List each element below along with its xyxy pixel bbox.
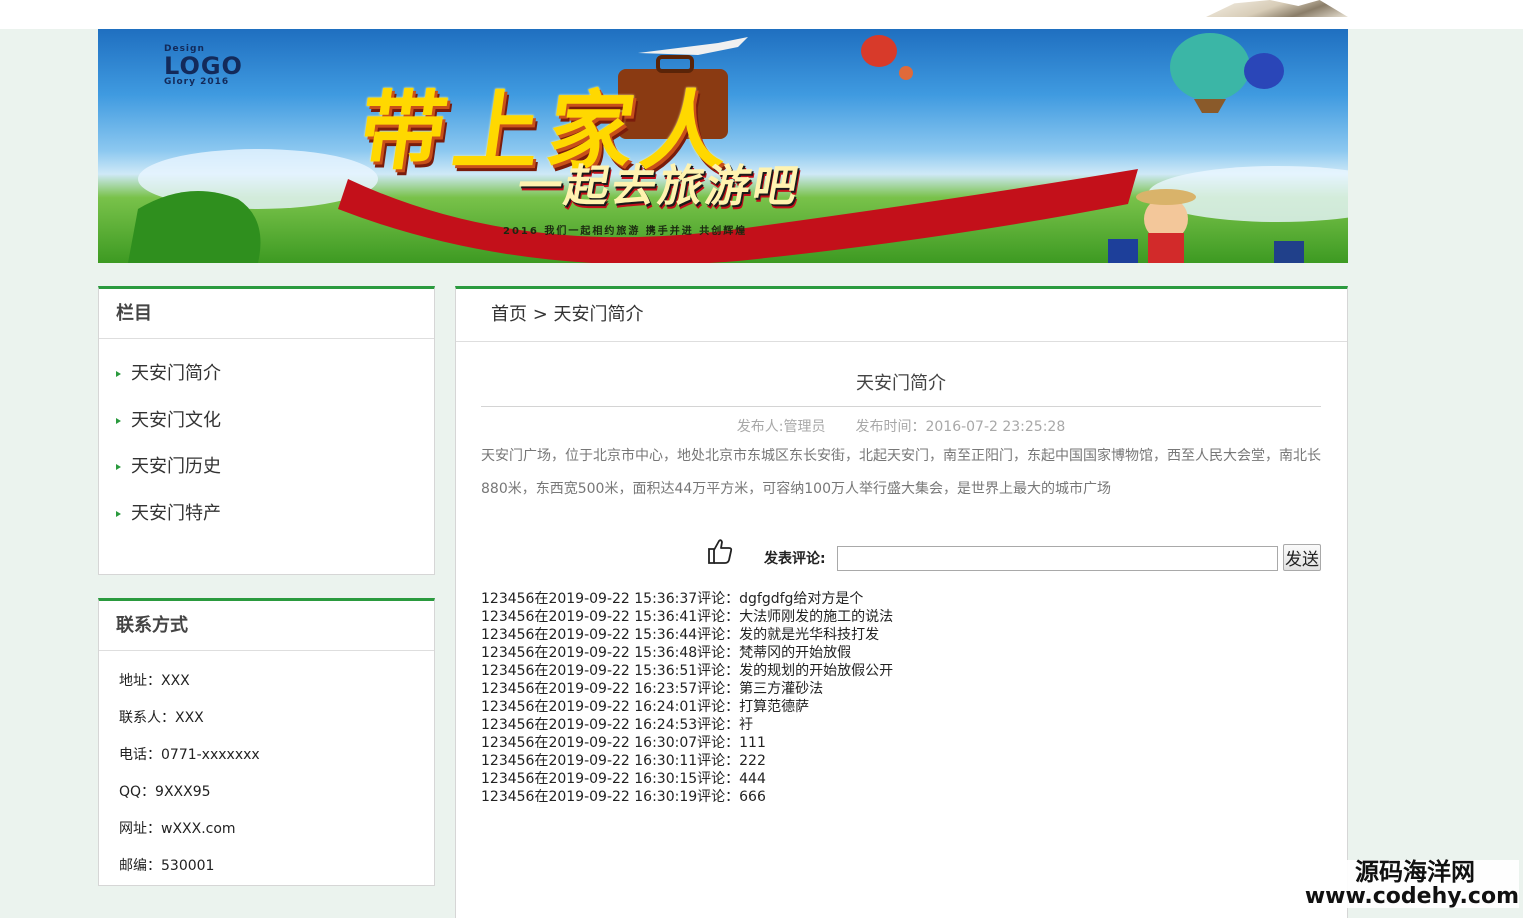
contact-person: 联系人：XXX — [119, 710, 204, 726]
article-author: 发布人:管理员 — [736, 419, 826, 435]
comment-item: 123456在2019-09-22 15:36:37评论：dgfgdfg给对方是… — [481, 591, 864, 607]
watermark-name: 源码海洋网 — [1355, 858, 1475, 886]
title-divider — [481, 406, 1321, 407]
banner-tagline: 2016 我们一起相约旅游 携手并进 共创辉煌 — [503, 226, 748, 237]
comment-item: 123456在2019-09-22 16:24:53评论：衧 — [481, 717, 754, 733]
logo-text: LOGO — [164, 52, 243, 80]
breadcrumb: 首页 > 天安门简介 — [456, 289, 1347, 342]
nav-item-label: 天安门简介 — [131, 363, 221, 384]
comment-form: 发表评论: 发送 — [706, 537, 1323, 573]
category-list: 天安门简介 天安门文化 天安门历史 天安门特产 — [99, 339, 434, 537]
comment-item: 123456在2019-09-22 15:36:41评论：大法师刚发的施工的说法 — [481, 609, 894, 625]
comment-item: 123456在2019-09-22 16:24:01评论：打算范德萨 — [481, 699, 810, 715]
article-body: 天安门广场，位于北京市中心，地处北京市东城区东长安街，北起天安门，南至正阳门，东… — [481, 448, 1321, 497]
triangle-bullet-icon — [116, 371, 121, 377]
triangle-bullet-icon — [116, 417, 121, 424]
contact-website: 网址：wXXX.com — [119, 821, 236, 837]
header-banner: Design LOGO Glory 2016 带上家人 一起去旅游吧 2016 … — [98, 29, 1348, 263]
contact-panel: 联系方式 地址：XXX 联系人：XXX 电话：0771-xxxxxxx QQ：9… — [98, 598, 435, 886]
top-decoration-image — [1206, 0, 1348, 17]
nav-item-label: 天安门特产 — [131, 502, 221, 524]
comment-item: 123456在2019-09-22 15:36:48评论：梵蒂冈的开始放假 — [481, 645, 852, 661]
article-published-time: 发布时间：2016-07-2 23:25:28 — [855, 419, 1066, 435]
comment-item: 123456在2019-09-22 16:30:11评论：222 — [481, 753, 766, 769]
watermark: 源码海洋网 www.codehy.com — [1304, 858, 1519, 910]
watermark-url: www.codehy.com — [1304, 884, 1519, 910]
triangle-bullet-icon — [116, 510, 121, 517]
comment-item: 123456在2019-09-22 16:30:07评论：111 — [481, 735, 766, 751]
contact-postcode: 邮编：530001 — [119, 858, 215, 874]
breadcrumb-separator: > — [527, 304, 554, 325]
contact-panel-title: 联系方式 — [99, 601, 434, 651]
comment-label: 发表评论: — [764, 551, 826, 567]
comment-list: 123456在2019-09-22 15:36:37评论：dgfgdfg给对方是… — [481, 590, 1321, 806]
contact-phone: 电话：0771-xxxxxxx — [119, 747, 260, 763]
send-button[interactable]: 发送 — [1283, 544, 1321, 571]
banner-logo: Design LOGO Glory 2016 — [164, 45, 243, 87]
contact-address: 地址：XXX — [119, 673, 190, 689]
breadcrumb-current: 天安门简介 — [553, 304, 644, 325]
top-bar — [0, 0, 1523, 29]
triangle-bullet-icon — [116, 464, 121, 470]
comment-item: 123456在2019-09-22 16:30:19评论：666 — [481, 789, 766, 805]
contact-list: 地址：XXX 联系人：XXX 电话：0771-xxxxxxx QQ：9XXX95… — [99, 651, 434, 885]
comment-item: 123456在2019-09-22 15:36:44评论：发的就是光华科技打发 — [481, 627, 880, 643]
category-panel: 栏目 天安门简介 天安门文化 天安门历史 天安门特产 — [98, 286, 435, 575]
thumbs-up-icon[interactable] — [706, 537, 734, 565]
category-panel-title: 栏目 — [99, 289, 434, 339]
comment-input[interactable] — [837, 546, 1278, 571]
nav-item-intro[interactable]: 天安门简介 — [99, 351, 434, 398]
breadcrumb-home-link[interactable]: 首页 — [491, 304, 527, 325]
nav-item-history[interactable]: 天安门历史 — [99, 444, 434, 491]
article-meta: 发布人:管理员 发布时间：2016-07-2 23:25:28 — [481, 416, 1321, 436]
article-title: 天安门简介 — [856, 373, 946, 394]
comment-item: 123456在2019-09-22 16:23:57评论：第三方灌砂法 — [481, 681, 824, 697]
nav-item-culture[interactable]: 天安门文化 — [99, 398, 434, 445]
comment-item: 123456在2019-09-22 15:36:51评论：发的规划的开始放假公开 — [481, 663, 894, 679]
article-panel: 首页 > 天安门简介 天安门简介 发布人:管理员 发布时间：2016-07-2 2… — [455, 286, 1348, 918]
nav-item-label: 天安门文化 — [131, 409, 221, 431]
comment-item: 123456在2019-09-22 16:30:15评论：444 — [481, 771, 766, 787]
banner-subheadline: 一起去旅游吧 — [513, 161, 805, 212]
nav-item-label: 天安门历史 — [131, 456, 221, 477]
nav-item-specialties[interactable]: 天安门特产 — [99, 491, 434, 538]
contact-qq: QQ：9XXX95 — [119, 784, 211, 800]
